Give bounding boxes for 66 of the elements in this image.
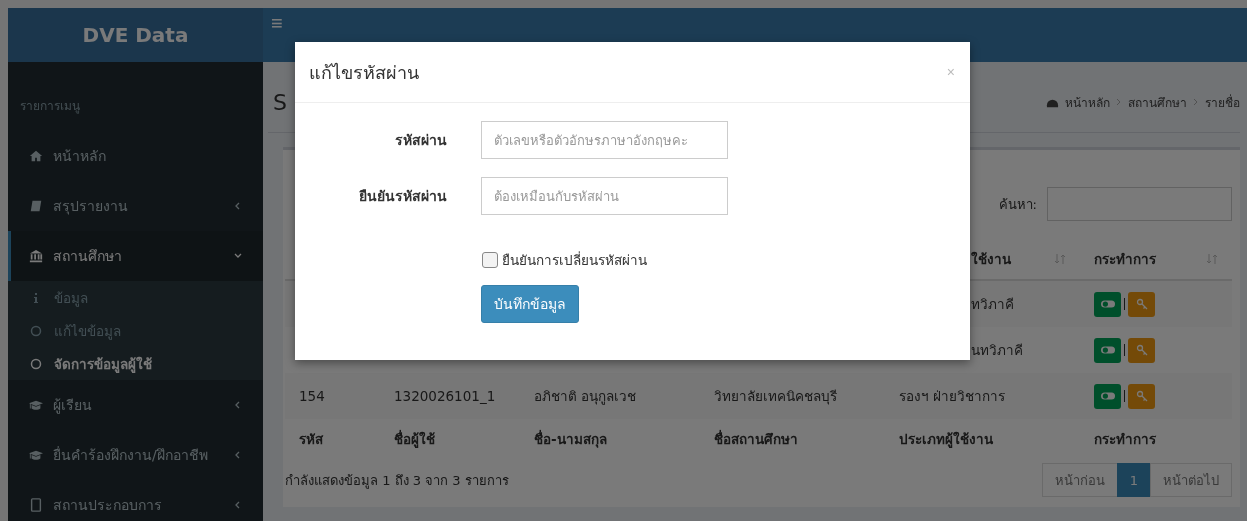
modal-title: แก้ไขรหัสผ่าน [309, 60, 419, 85]
column-footer: รหัส [299, 431, 323, 447]
column-footer: ชื่อสถานศึกษา [714, 431, 798, 447]
bank-icon [29, 249, 43, 263]
tablet-icon [29, 498, 43, 512]
sidebar-heading: รายการเมนู [19, 98, 81, 116]
checkbox[interactable] [482, 252, 498, 268]
sidebar-item[interactable]: ผู้เรียน [8, 380, 263, 430]
circle-icon [30, 324, 42, 337]
home-icon [29, 149, 43, 163]
sidebar-item[interactable]: สรุปรายงาน [8, 181, 263, 231]
save-button[interactable]: บันทึกข้อมูล [481, 285, 579, 323]
book-icon [29, 199, 43, 213]
circle-icon [30, 357, 42, 370]
close-button[interactable]: × [946, 64, 955, 80]
password-field[interactable]: ต้องเหมือนกับรหัสผ่าน [481, 177, 728, 215]
sidebar-item[interactable]: ยื่นคำร้องฝึกงาน/ฝึกอาชีพ [8, 430, 263, 480]
toggle-button[interactable] [1094, 383, 1121, 409]
checkbox-label[interactable]: ยืนยันการเปลี่ยนรหัสผ่าน [502, 249, 647, 271]
sidebar-item[interactable]: สถานประกอบการ [8, 480, 263, 521]
password-field[interactable]: ตัวเลขหรือตัวอักษรภาษาอังกฤษคะ [481, 121, 728, 159]
breadcrumb-link[interactable]: หน้าหลัก [1065, 92, 1110, 112]
graduation-cap-icon [29, 398, 43, 412]
key-icon [1134, 390, 1149, 402]
page-title: S [273, 89, 287, 115]
sort-icon [1054, 253, 1066, 265]
key-icon [1134, 298, 1149, 310]
toggle-icon [1100, 344, 1115, 356]
separator-icon [1116, 98, 1122, 106]
key-icon [1134, 344, 1149, 356]
key-button[interactable] [1128, 291, 1155, 317]
table-cell: อภิชาติ อนุกูลเวช [534, 388, 637, 404]
column-header[interactable]: กระทำการ [1094, 248, 1156, 270]
column-header[interactable]: ใช้งาน [971, 248, 1011, 270]
key-button[interactable] [1128, 337, 1155, 363]
search-label: ค้นหา: [998, 195, 1037, 214]
key-button[interactable] [1128, 383, 1155, 409]
table-cell: นทวิภาคี [971, 342, 1023, 358]
column-footer: กระทำการ [1094, 431, 1156, 447]
column-footer: ประเภทผู้ใช้งาน [899, 431, 993, 447]
logo-text[interactable]: DVE Data [8, 8, 263, 62]
toggle-icon [1100, 390, 1115, 402]
table-cell: วิทยาลัยเทคนิคชลบุรี [714, 388, 837, 404]
toggle-button[interactable] [1094, 291, 1121, 317]
separator-icon [1193, 98, 1199, 106]
field-label: รหัสผ่าน [394, 131, 447, 150]
breadcrumb-link[interactable]: สถานศึกษา [1128, 92, 1187, 112]
toggle-icon [1100, 298, 1115, 310]
column-footer: ชื่อ-นามสกุล [534, 431, 607, 447]
table-info: กำลังแสดงข้อมูล 1 ถึง 3 จาก 3 รายการ [285, 471, 509, 491]
pagination-button[interactable]: หน้าก่อน [1041, 463, 1118, 497]
pagination-button[interactable]: หน้าต่อไป [1150, 463, 1232, 497]
table-cell: 154 [299, 388, 325, 404]
sidebar-item[interactable]: หน้าหลัก [8, 131, 263, 181]
sort-icon [1206, 253, 1218, 265]
toggle-button[interactable] [1094, 337, 1121, 363]
submenu-item[interactable]: จัดการข้อมูลผู้ใช้ [8, 347, 263, 380]
column-footer: ชื่อผู้ใช้ [394, 431, 435, 447]
breadcrumb-link[interactable]: รายชื่อ [1205, 92, 1240, 112]
table-cell: 1320026101_1 [394, 388, 496, 404]
field-label: ยืนยันรหัสผ่าน [358, 187, 447, 206]
menu-toggle[interactable]: ≡ [263, 12, 291, 35]
graduation-cap-icon [29, 448, 43, 462]
search-field[interactable] [1047, 187, 1232, 221]
table-cell: ทวิภาคี [971, 296, 1014, 312]
table-cell: รองฯ ฝ่ายวิชาการ [899, 388, 1006, 404]
